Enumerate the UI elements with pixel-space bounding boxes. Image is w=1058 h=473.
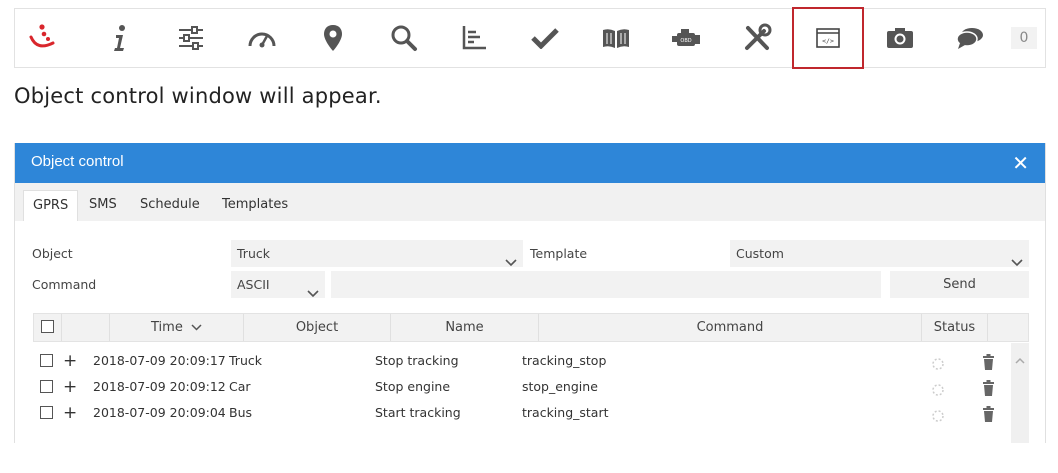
table-row[interactable]: + 2018-07-09 20:09:17 Truck Stop trackin…	[33, 348, 1013, 374]
row-command: tracking_stop	[522, 353, 607, 368]
row-time: 2018-07-09 20:09:17	[93, 353, 226, 368]
object-label: Object	[32, 246, 73, 261]
row-name: Stop engine	[375, 379, 451, 394]
grid-scrollbar[interactable]	[1011, 343, 1029, 443]
object-select-value: Truck	[237, 246, 270, 261]
table-row[interactable]: + 2018-07-09 20:09:04 Bus Start tracking…	[33, 400, 1013, 426]
tab-gprs[interactable]: GPRS	[23, 190, 79, 221]
checkmark-icon	[531, 27, 559, 49]
command-type-value: ASCII	[237, 277, 270, 292]
row-name: Start tracking	[375, 405, 461, 420]
loading-spinner-icon	[931, 406, 945, 422]
object-select[interactable]: Truck	[231, 240, 523, 267]
row-time: 2018-07-09 20:09:04	[93, 405, 226, 420]
dialog-header: Object control ✕	[15, 143, 1045, 183]
dialog-title: Object control	[31, 153, 124, 170]
row-checkbox[interactable]	[40, 380, 53, 393]
template-select-value: Custom	[736, 246, 784, 261]
col-actions	[988, 314, 1028, 341]
chat-icon	[955, 26, 985, 50]
row-object: Car	[229, 379, 251, 394]
row-checkbox[interactable]	[40, 406, 53, 419]
svg-text:</>: </>	[822, 37, 834, 45]
settings-button[interactable]	[164, 9, 218, 67]
camera-button[interactable]	[873, 9, 927, 67]
col-command[interactable]: Command	[539, 314, 922, 341]
info-icon	[110, 23, 130, 53]
loading-spinner-icon	[931, 354, 945, 370]
book-icon	[601, 26, 631, 50]
row-time: 2018-07-09 20:09:12	[93, 379, 226, 394]
chevron-down-icon	[307, 280, 319, 307]
tab-schedule[interactable]: Schedule	[131, 190, 209, 221]
tab-templates[interactable]: Templates	[213, 190, 297, 221]
speedometer-icon	[247, 26, 277, 50]
camera-icon	[885, 26, 915, 50]
maintenance-button[interactable]: OBD	[659, 9, 713, 67]
template-select[interactable]: Custom	[730, 240, 1029, 267]
row-command: tracking_start	[522, 405, 609, 420]
logo-icon	[25, 21, 59, 55]
col-name[interactable]: Name	[391, 314, 539, 341]
search-icon	[390, 24, 418, 52]
tools-icon	[742, 23, 772, 53]
delete-trash-icon[interactable]	[982, 353, 995, 370]
tasks-button[interactable]	[518, 9, 572, 67]
map-pin-icon	[322, 23, 344, 53]
logo-button[interactable]	[15, 9, 69, 67]
expand-plus-icon[interactable]: +	[63, 400, 77, 426]
logbook-button[interactable]	[589, 9, 643, 67]
object-control-button[interactable]: </>	[792, 7, 864, 69]
row-object: Bus	[229, 405, 253, 420]
chat-button[interactable]	[943, 9, 997, 67]
location-button[interactable]	[306, 9, 360, 67]
dashboard-button[interactable]	[235, 9, 289, 67]
row-object: Truck	[229, 353, 262, 368]
engine-icon: OBD	[670, 26, 702, 50]
row-name: Stop tracking	[375, 353, 459, 368]
tab-sms[interactable]: SMS	[80, 190, 126, 221]
col-time-label: Time	[151, 320, 183, 335]
table-row[interactable]: + 2018-07-09 20:09:12 Car Stop engine st…	[33, 374, 1013, 400]
command-label: Command	[32, 277, 97, 292]
close-icon[interactable]: ✕	[1012, 151, 1029, 175]
search-button[interactable]	[377, 9, 431, 67]
settings-sliders-icon	[177, 25, 205, 51]
select-all-cell	[34, 314, 62, 341]
scroll-up-icon[interactable]	[1015, 349, 1025, 368]
svg-text:OBD: OBD	[680, 38, 691, 44]
col-time[interactable]: Time	[110, 314, 244, 341]
reports-button[interactable]	[447, 9, 501, 67]
expand-plus-icon[interactable]: +	[63, 374, 77, 400]
loading-spinner-icon	[931, 380, 945, 396]
instruction-caption: Object control window will appear.	[14, 84, 382, 108]
sort-down-icon	[191, 320, 202, 335]
message-count-badge: 0	[1011, 27, 1037, 49]
col-object[interactable]: Object	[244, 314, 391, 341]
delete-trash-icon[interactable]	[982, 405, 995, 422]
toolbar: OBD </> 0	[14, 7, 1046, 69]
template-label: Template	[530, 246, 588, 261]
col-status[interactable]: Status	[922, 314, 988, 341]
expand-col-header	[62, 314, 110, 341]
chart-icon	[460, 24, 488, 52]
command-input[interactable]	[331, 271, 881, 298]
send-button[interactable]: Send	[890, 271, 1029, 298]
delete-trash-icon[interactable]	[982, 379, 995, 396]
expand-plus-icon[interactable]: +	[63, 348, 77, 374]
object-control-dialog: Object control ✕ GPRS SMS Schedule Templ…	[14, 143, 1046, 443]
tab-bar: GPRS SMS Schedule Templates	[15, 183, 1045, 221]
select-all-checkbox[interactable]	[41, 320, 54, 333]
grid-header: Time Object Name Command Status	[33, 313, 1029, 342]
info-button[interactable]	[93, 9, 147, 67]
command-type-select[interactable]: ASCII	[231, 271, 325, 298]
tools-button[interactable]	[730, 9, 784, 67]
row-checkbox[interactable]	[40, 354, 53, 367]
object-control-icon: </>	[815, 27, 841, 49]
row-command: stop_engine	[522, 379, 598, 394]
